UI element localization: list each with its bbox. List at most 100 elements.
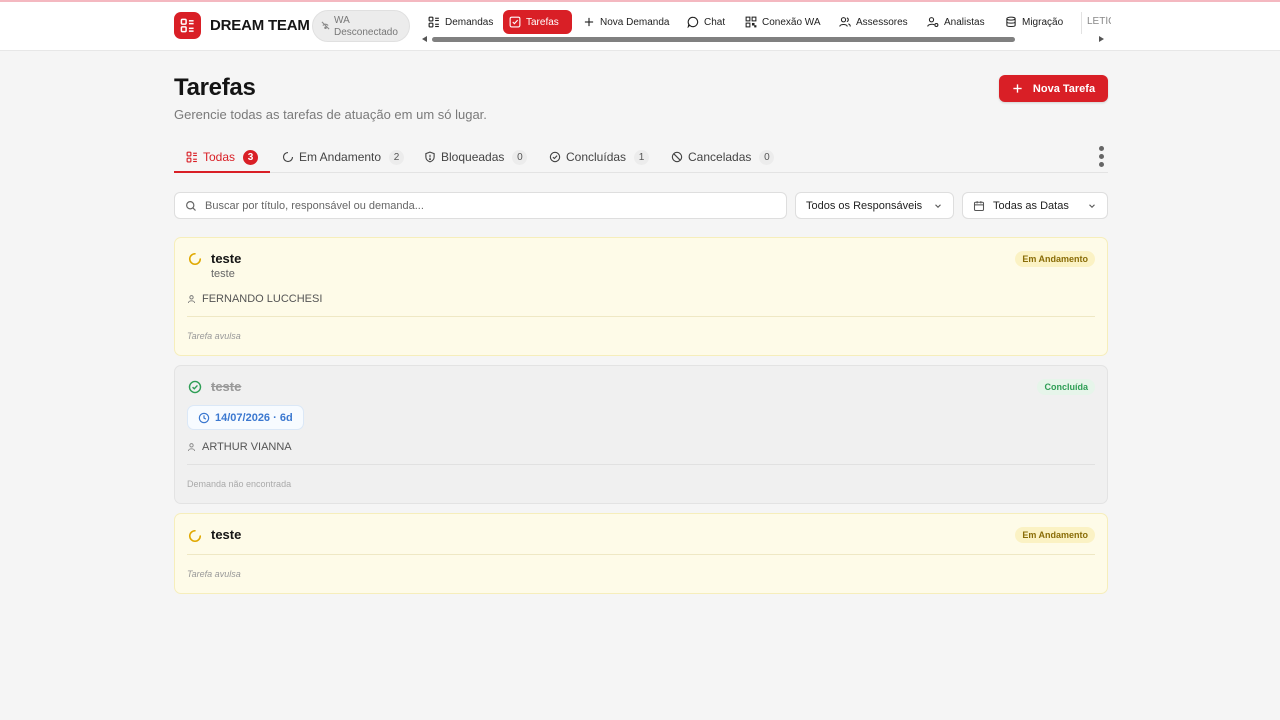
- check-circle-icon: [188, 380, 202, 394]
- status-badge: Em Andamento: [1015, 251, 1095, 267]
- assignee-name: ARTHUR VIANNA: [202, 441, 292, 453]
- due-date-chip: 14/07/2026 · 6d: [187, 405, 304, 430]
- tab-count: 3: [243, 149, 259, 165]
- nav-label: Nova Demanda: [600, 16, 670, 28]
- chevron-down-icon: [1089, 203, 1095, 208]
- nav-assessores[interactable]: Assessores: [833, 10, 914, 34]
- task-origin: Tarefa avulsa: [187, 331, 241, 341]
- nav-label: Conexão WA: [762, 16, 821, 28]
- card-divider: [187, 554, 1095, 555]
- card-divider: [187, 316, 1095, 317]
- task-title: teste: [211, 251, 242, 266]
- task-card[interactable]: teste Em Andamento Tarefa avulsa: [174, 513, 1108, 594]
- search-field: [174, 192, 787, 219]
- in-progress-icon: [189, 529, 202, 542]
- task-origin: Demanda não encontrada: [187, 479, 292, 489]
- tab-label: Concluídas: [566, 150, 627, 164]
- nav-user-overflow[interactable]: LETÍCIA: [1087, 16, 1111, 27]
- users-icon: [839, 17, 851, 27]
- clock-icon: [198, 412, 210, 423]
- task-assignee: FERNANDO LUCCHESI: [187, 293, 322, 305]
- nav-scrollbar[interactable]: [432, 37, 1015, 42]
- search-icon: [186, 201, 196, 211]
- wa-status-line1: WA: [334, 15, 350, 26]
- nav-analistas[interactable]: Analistas: [921, 10, 991, 34]
- chevron-down-icon: [935, 203, 941, 208]
- tab-count: 1: [634, 149, 650, 165]
- task-title: teste: [211, 527, 242, 542]
- calendar-icon: [973, 200, 985, 211]
- nav-migracao[interactable]: Migração: [999, 10, 1069, 34]
- page-title: Tarefas: [174, 74, 256, 101]
- date-filter-value: Todas as Datas: [993, 199, 1069, 212]
- task-check-icon: [509, 16, 521, 28]
- wa-status-line2: Desconectado: [334, 27, 398, 38]
- nav-label: Analistas: [944, 16, 985, 28]
- user-icon: [187, 295, 196, 304]
- nav-tarefas[interactable]: Tarefas: [503, 10, 572, 34]
- tab-label: Canceladas: [688, 150, 752, 164]
- in-progress-icon: [189, 252, 202, 265]
- list-icon: [428, 16, 439, 28]
- wa-status-badge[interactable]: WA Desconectado: [312, 10, 410, 42]
- nav-label: Migração: [1022, 16, 1064, 28]
- nav-label: Tarefas: [526, 16, 559, 28]
- status-badge: Em Andamento: [1015, 527, 1095, 543]
- shield-icon: [425, 151, 435, 163]
- tab-count: 0: [759, 149, 775, 165]
- more-options-icon[interactable]: [1098, 146, 1106, 170]
- assignee-name: FERNANDO LUCCHESI: [202, 293, 323, 305]
- task-card[interactable]: teste Concluída 14/07/2026 · 6d ARTHUR V…: [174, 365, 1108, 504]
- tab-concluidas[interactable]: Concluídas 1: [549, 142, 650, 172]
- nav-label: Chat: [704, 16, 726, 28]
- status-badge: Concluída: [1037, 379, 1095, 395]
- user-gear-icon: [927, 17, 939, 28]
- tab-count: 2: [389, 149, 405, 165]
- database-icon: [1006, 16, 1016, 28]
- tab-label: Todas: [203, 150, 236, 164]
- card-divider: [187, 464, 1095, 465]
- dashboard-icon: [180, 18, 194, 33]
- task-assignee: ARTHUR VIANNA: [187, 441, 292, 453]
- check-circle-icon: [549, 151, 561, 163]
- status-tabs: Todas 3 Em Andamento 2 Bloqueadas 0 Conc…: [174, 142, 1108, 173]
- qr-code-icon: [745, 16, 757, 28]
- nav-conexao-wa[interactable]: Conexão WA: [739, 10, 827, 34]
- top-navbar: DREAM TEAM WA Desconectado Demandas Tare…: [0, 2, 1280, 51]
- scroll-left-arrow[interactable]: [422, 36, 427, 42]
- app-logo[interactable]: [174, 12, 201, 39]
- nav-demandas[interactable]: Demandas: [422, 10, 499, 34]
- loading-icon: [282, 151, 294, 163]
- nav-nova-demanda[interactable]: Nova Demanda: [577, 10, 675, 34]
- tab-todas[interactable]: Todas 3: [174, 142, 271, 173]
- brand-name: DREAM TEAM: [210, 17, 310, 34]
- new-task-label: Nova Tarefa: [1032, 82, 1096, 95]
- tab-label: Bloqueadas: [441, 150, 505, 164]
- ban-icon: [671, 151, 683, 163]
- responsible-filter[interactable]: Todos os Responsáveis: [795, 192, 954, 219]
- chat-icon: [687, 16, 699, 28]
- scroll-right-arrow[interactable]: [1099, 36, 1104, 42]
- nav-label: Assessores: [856, 16, 908, 28]
- tab-em-andamento[interactable]: Em Andamento 2: [282, 142, 405, 172]
- task-title: teste: [211, 379, 242, 394]
- responsible-filter-value: Todos os Responsáveis: [806, 199, 923, 212]
- plus-icon: [1013, 84, 1022, 93]
- nav-label: Demandas: [445, 16, 494, 28]
- search-input[interactable]: [205, 196, 775, 216]
- task-origin: Tarefa avulsa: [187, 569, 241, 579]
- new-task-button[interactable]: Nova Tarefa: [999, 75, 1108, 102]
- tab-bloqueadas[interactable]: Bloqueadas 0: [424, 142, 528, 172]
- task-description: teste: [211, 268, 235, 280]
- tab-label: Em Andamento: [299, 150, 382, 164]
- plus-icon: [584, 17, 594, 27]
- user-icon: [187, 443, 196, 452]
- disconnected-icon: [321, 21, 330, 30]
- date-filter[interactable]: Todas as Datas: [962, 192, 1108, 219]
- due-date: 14/07/2026 · 6d: [215, 411, 293, 424]
- task-card[interactable]: teste teste Em Andamento FERNANDO LUCCHE…: [174, 237, 1108, 356]
- tab-canceladas[interactable]: Canceladas 0: [671, 142, 775, 172]
- nav-divider: [1081, 12, 1082, 34]
- tab-count: 0: [512, 149, 528, 165]
- nav-chat[interactable]: Chat: [681, 10, 731, 34]
